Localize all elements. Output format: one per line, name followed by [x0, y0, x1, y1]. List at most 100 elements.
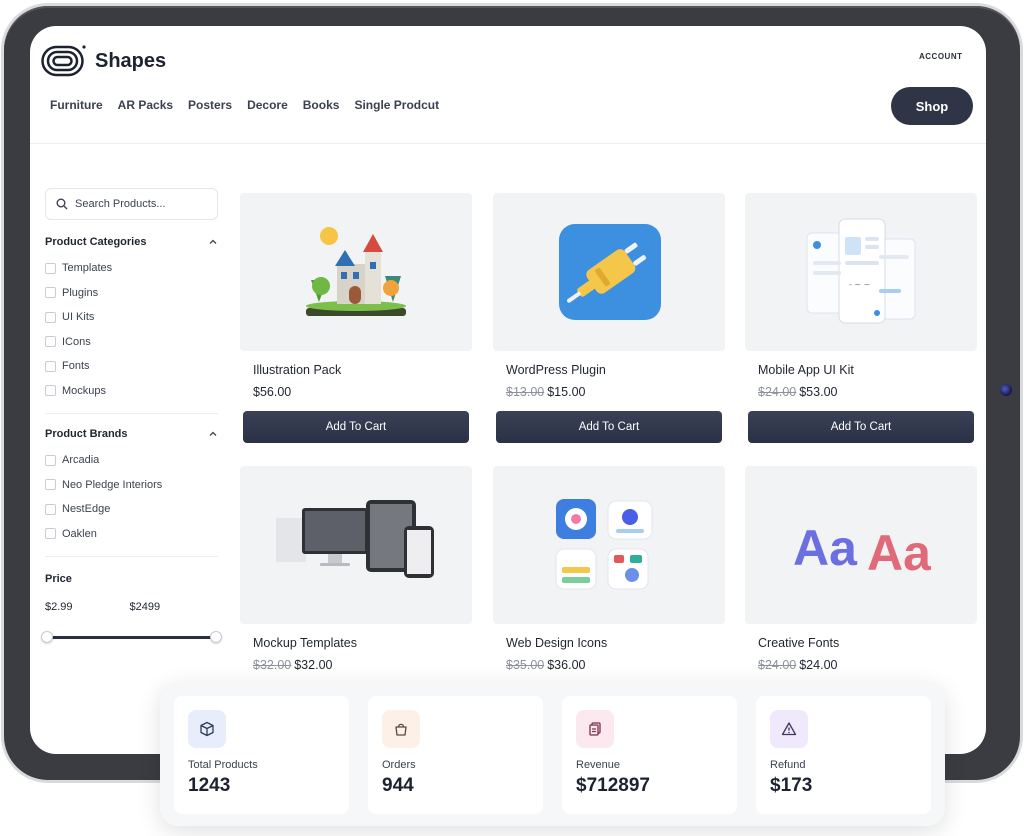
price-slider[interactable] — [41, 631, 222, 643]
product-name[interactable]: Web Design Icons — [493, 636, 725, 650]
box-icon — [188, 710, 226, 748]
brand-label: Arcadia — [62, 454, 100, 467]
category-templates[interactable]: Templates — [45, 256, 218, 281]
brand-label: Oaklen — [62, 527, 97, 540]
nav-item-books[interactable]: Books — [303, 98, 340, 112]
stat-label: Revenue — [576, 759, 621, 771]
category-icons[interactable]: ICons — [45, 330, 218, 355]
product-card[interactable]: Mockup Templates $32.00 $32.00 — [240, 466, 472, 672]
price-max: $2499 — [129, 601, 161, 613]
slider-max-handle[interactable] — [210, 631, 222, 643]
filter-sidebar: Search Products... Product Categories Te… — [41, 188, 222, 643]
stat-card-refund: Refund $173 — [756, 696, 931, 814]
brands-title: Product Brands — [45, 428, 128, 440]
brand-nestedge[interactable]: NestEdge — [45, 497, 218, 522]
checkbox[interactable] — [45, 287, 56, 299]
checkbox[interactable] — [45, 385, 56, 397]
product-price: $56.00 — [240, 385, 472, 399]
category-plugins[interactable]: Plugins — [45, 281, 218, 306]
svg-text:- ~ ~: - ~ ~ — [849, 280, 870, 289]
product-image[interactable] — [240, 193, 472, 351]
price-range-values: $2.99 $2499 — [45, 601, 218, 613]
camera-icon — [1000, 384, 1012, 396]
stat-card-orders: Orders 944 — [368, 696, 543, 814]
brand-name[interactable]: Shapes — [95, 50, 166, 73]
product-name[interactable]: WordPress Plugin — [493, 363, 725, 377]
category-ui-kits[interactable]: UI Kits — [45, 305, 218, 330]
brand-label: Neo Pledge Interiors — [62, 478, 163, 491]
product-image[interactable]: - ~ ~ — [745, 193, 977, 351]
nav-item-posters[interactable]: Posters — [188, 98, 232, 112]
product-old-price: $24.00 — [758, 658, 797, 672]
category-fonts[interactable]: Fonts — [45, 354, 218, 379]
product-old-price: $24.00 — [758, 385, 797, 399]
product-card[interactable]: Aa Aa Creative Fonts $24.00 $24.00 — [745, 466, 977, 672]
checkbox[interactable] — [45, 360, 56, 372]
account-link[interactable]: ACCOUNT — [919, 52, 963, 61]
search-placeholder: Search Products... — [75, 198, 166, 210]
mobile-ui-icon: - ~ ~ — [806, 218, 916, 323]
product-image[interactable] — [240, 466, 472, 624]
product-image[interactable]: Aa Aa — [745, 466, 977, 624]
categories-header[interactable]: Product Categories — [45, 236, 218, 248]
add-to-cart-button[interactable]: Add To Cart — [748, 411, 974, 443]
main-nav: Furniture AR Packs Posters Decore Books … — [50, 98, 439, 112]
checkbox[interactable] — [45, 262, 56, 274]
product-name[interactable]: Mockup Templates — [240, 636, 472, 650]
product-card[interactable]: Web Design Icons $35.00 $36.00 — [493, 466, 725, 672]
bag-icon — [382, 710, 420, 748]
brands-header[interactable]: Product Brands — [45, 428, 218, 440]
chevron-up-icon[interactable] — [208, 237, 218, 247]
svg-text:Aa: Aa — [793, 520, 858, 576]
product-card[interactable]: Illustration Pack $56.00 Add To Cart — [240, 193, 472, 443]
checkbox[interactable] — [45, 311, 56, 323]
product-card[interactable]: WordPress Plugin $13.00 $15.00 Add To Car… — [493, 193, 725, 443]
checkbox[interactable] — [45, 336, 56, 348]
font-aa-icon: Aa Aa — [793, 520, 931, 580]
checkbox[interactable] — [45, 479, 56, 491]
checkbox[interactable] — [45, 528, 56, 540]
category-label: Fonts — [62, 360, 90, 373]
stat-value: 1243 — [188, 775, 231, 796]
search-input[interactable]: Search Products... — [45, 188, 218, 220]
brand-neo-pledge[interactable]: Neo Pledge Interiors — [45, 473, 218, 498]
product-name[interactable]: Creative Fonts — [745, 636, 977, 650]
stat-label: Orders — [382, 759, 416, 771]
product-card[interactable]: - ~ ~ Mobile App UI Kit $24.00 $53.00 Add… — [745, 193, 977, 443]
nav-item-decore[interactable]: Decore — [247, 98, 288, 112]
shop-button[interactable]: Shop — [891, 87, 973, 125]
nav-item-ar-packs[interactable]: AR Packs — [118, 98, 173, 112]
chevron-up-icon[interactable] — [208, 429, 218, 439]
add-to-cart-button[interactable]: Add To Cart — [496, 411, 722, 443]
brand-list: Arcadia Neo Pledge Interiors NestEdge Oa… — [45, 448, 218, 546]
web-icons-icon — [555, 499, 652, 590]
add-to-cart-button[interactable]: Add To Cart — [243, 411, 469, 443]
product-name[interactable]: Illustration Pack — [240, 363, 472, 377]
search-icon — [56, 198, 68, 210]
plug-icon — [559, 224, 661, 320]
category-label: Plugins — [62, 286, 99, 299]
category-list: Templates Plugins UI Kits ICons Fonts Mo… — [45, 256, 218, 403]
product-name[interactable]: Mobile App UI Kit — [745, 363, 977, 377]
product-image[interactable] — [493, 193, 725, 351]
castle-illustration-icon — [306, 227, 406, 316]
stat-value: $712897 — [576, 775, 650, 796]
product-old-price: $13.00 — [506, 385, 545, 399]
brand-oaklen[interactable]: Oaklen — [45, 522, 218, 547]
nav-item-single-product[interactable]: Single Prodcut — [354, 98, 439, 112]
product-price: $24.00 $53.00 — [745, 385, 977, 399]
checkbox[interactable] — [45, 454, 56, 466]
slider-min-handle[interactable] — [41, 631, 53, 643]
product-current-price: $56.00 — [253, 385, 292, 399]
product-image[interactable] — [493, 466, 725, 624]
slider-track — [47, 636, 216, 639]
category-label: Templates — [62, 262, 113, 275]
svg-text:Aa: Aa — [867, 525, 931, 580]
divider — [45, 413, 218, 414]
category-label: Mockups — [62, 384, 107, 397]
brand-arcadia[interactable]: Arcadia — [45, 448, 218, 473]
nav-item-furniture[interactable]: Furniture — [50, 98, 103, 112]
checkbox[interactable] — [45, 503, 56, 515]
product-price: $35.00 $36.00 — [493, 658, 725, 672]
category-mockups[interactable]: Mockups — [45, 379, 218, 404]
